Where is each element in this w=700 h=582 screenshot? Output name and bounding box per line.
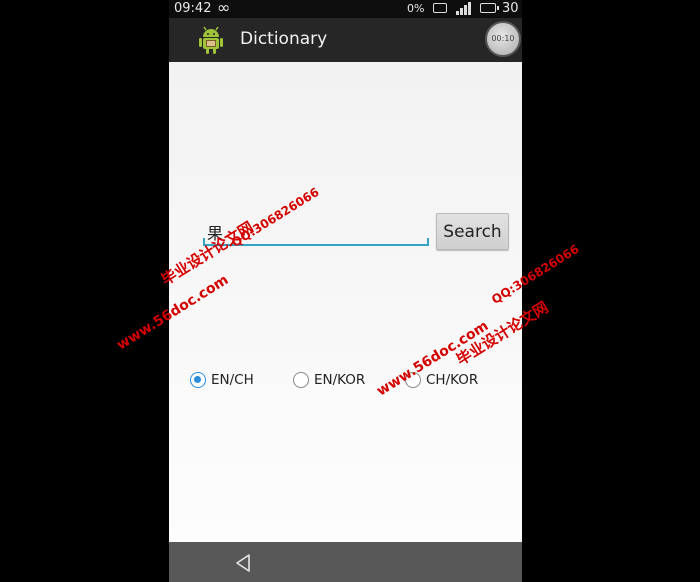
app-title: Dictionary <box>240 29 328 49</box>
screen-recorder-timer[interactable]: 00:10 <box>485 21 521 57</box>
status-clock: 30 <box>502 1 519 16</box>
main-content: Search EN/CH EN/KOR CH/KOR <box>169 62 522 542</box>
radio-ch-kor-label: CH/KOR <box>426 372 479 388</box>
radio-en-ch[interactable]: EN/CH <box>190 368 254 392</box>
data-percent: 0% <box>407 2 425 15</box>
radio-en-ch-button[interactable] <box>190 372 206 388</box>
android-icon <box>199 26 223 54</box>
search-button[interactable]: Search <box>436 213 509 250</box>
message-icon <box>433 3 447 13</box>
radio-ch-kor-button[interactable] <box>405 372 421 388</box>
language-radio-group: EN/CH EN/KOR CH/KOR <box>169 368 522 392</box>
status-bar: 09:42 ∞ 0% 30 <box>169 0 522 18</box>
input-underline-right-tick <box>427 238 429 246</box>
infinity-icon: ∞ <box>217 0 231 17</box>
battery-icon <box>480 3 499 13</box>
status-time: 09:42 <box>174 1 212 16</box>
radio-ch-kor[interactable]: CH/KOR <box>405 368 478 392</box>
radio-en-kor[interactable]: EN/KOR <box>293 368 365 392</box>
search-input[interactable] <box>203 220 429 246</box>
navigation-bar <box>169 542 522 582</box>
action-bar: Dictionary 00:10 <box>169 18 522 62</box>
input-underline-left-tick <box>203 238 205 246</box>
back-icon[interactable] <box>233 553 253 573</box>
radio-en-ch-label: EN/CH <box>211 372 254 388</box>
phone-screen: 09:42 ∞ 0% 30 Dictionary 00:10 果 Search … <box>169 0 522 582</box>
radio-en-kor-label: EN/KOR <box>314 372 366 388</box>
radio-en-kor-button[interactable] <box>293 372 309 388</box>
signal-icon <box>456 2 471 15</box>
